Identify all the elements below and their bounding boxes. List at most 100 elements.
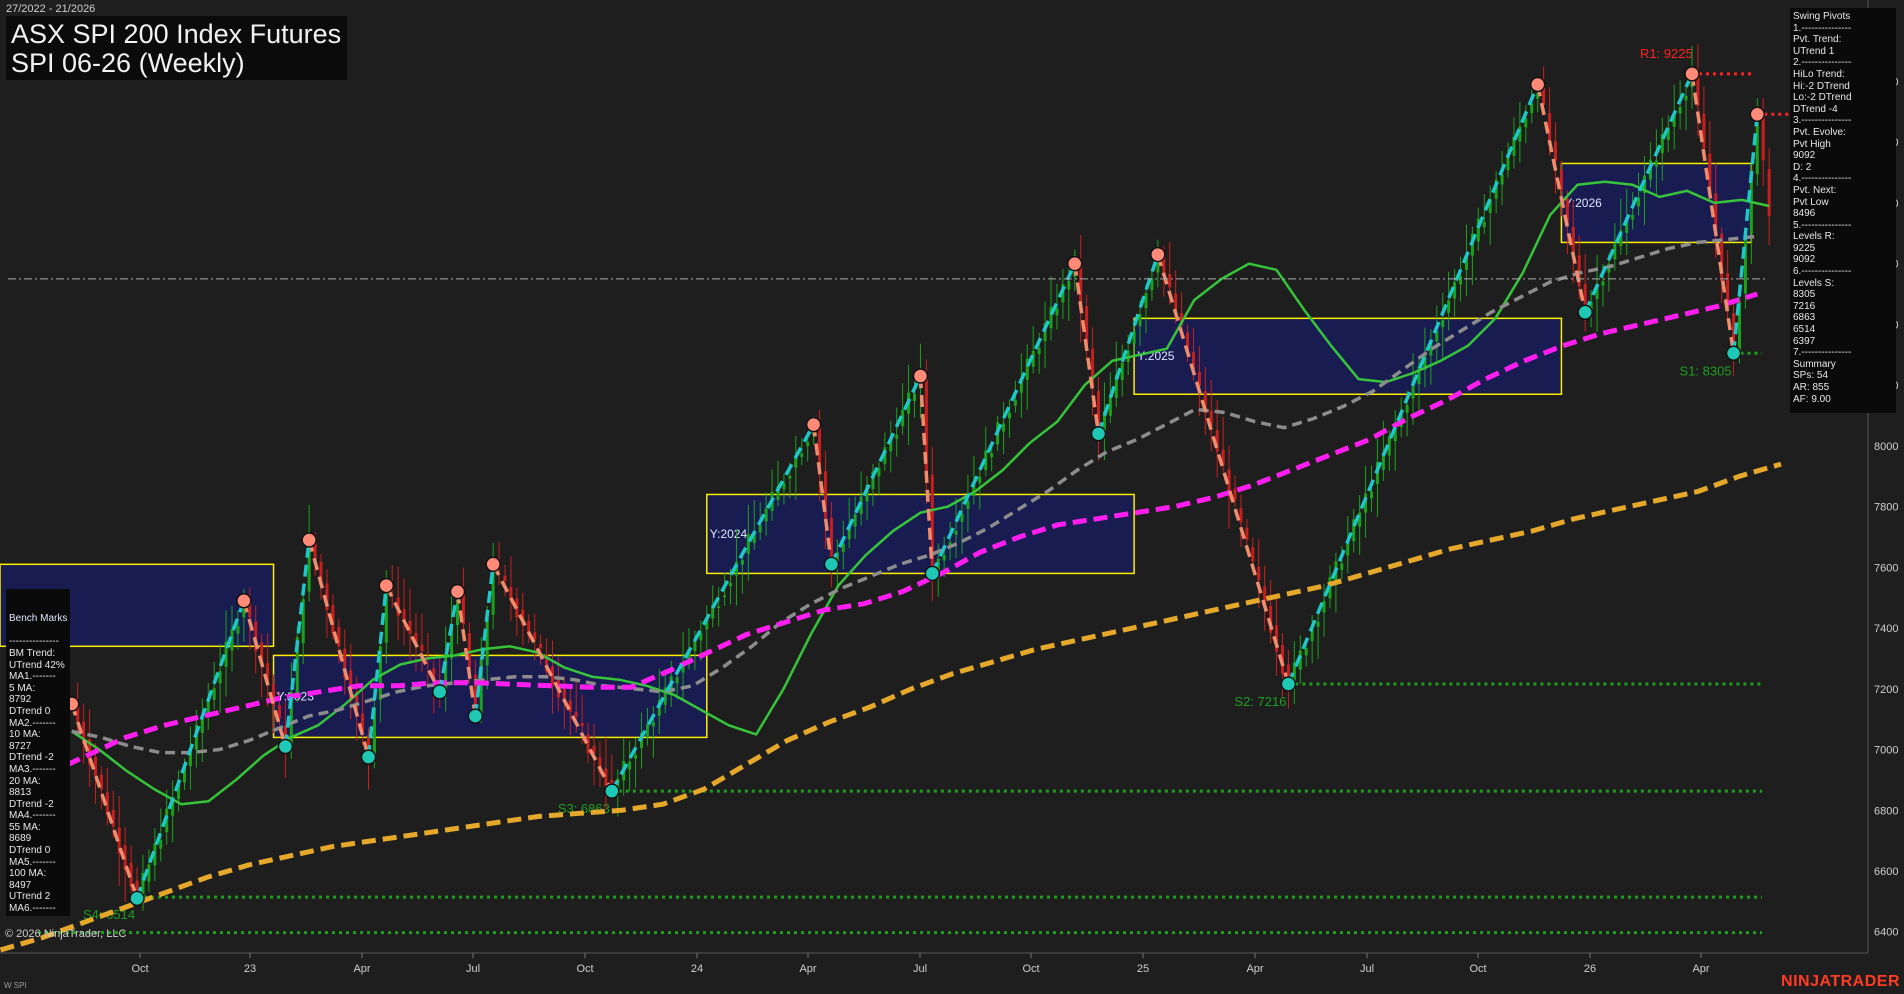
swing-panel-line: 9225 <box>1793 242 1816 254</box>
swing-panel-line: 9092 <box>1793 254 1816 266</box>
swing-panel-line: Pvt. Trend: <box>1793 34 1842 46</box>
candle-body <box>111 810 115 827</box>
pivot-point <box>823 556 840 573</box>
pivot-point <box>1749 106 1766 123</box>
swing-panel-line: 4.--------------- <box>1793 173 1852 185</box>
pivot-point <box>912 368 929 384</box>
swing-panel-line: 2.--------------- <box>1793 57 1852 69</box>
bench-panel-line: 8727 <box>9 740 32 752</box>
pivot-point <box>805 416 822 433</box>
bench-panel-line: 200 MA: <box>9 915 70 916</box>
y-tick-label: 7800 <box>1874 502 1898 514</box>
swing-panel-line: DTrend -4 <box>1793 103 1838 115</box>
pivot-point <box>129 890 145 907</box>
pivot-point <box>449 583 466 600</box>
x-tick-label: Apr <box>1692 963 1709 975</box>
candle-body <box>788 475 792 479</box>
level-label: R1: 9225 <box>1640 46 1693 61</box>
candle-body <box>1761 114 1765 161</box>
x-tick-label: Oct <box>576 963 593 975</box>
candle-body <box>1239 508 1243 523</box>
y-tick-label: 7200 <box>1874 684 1898 696</box>
candle-body <box>1405 405 1409 413</box>
date-range-label: 27/2022 - 21/2026 <box>6 3 96 15</box>
swing-panel-line: Levels R: <box>1793 231 1835 243</box>
price-chart: Y:2023Y:2024Y:2025Y:2026 R1: 9225S1: 830… <box>0 0 1904 994</box>
year-box-label: Y:2026 <box>1564 196 1602 210</box>
pivot-point <box>360 749 377 765</box>
pivot-point <box>1529 76 1546 93</box>
y-tick-label: 6600 <box>1874 866 1898 878</box>
candle-body <box>628 761 632 770</box>
bench-panel-line: MA6.------- <box>9 903 56 915</box>
bench-panel-line: DTrend -2 <box>9 798 54 810</box>
candle-body <box>1459 276 1463 285</box>
candle-body <box>1233 488 1237 500</box>
candle-body <box>895 435 899 439</box>
candle-body <box>159 839 163 849</box>
candle-body <box>740 560 744 565</box>
swing-panel-line: AF: 9.00 <box>1793 393 1831 405</box>
bench-panel-line: MA3.------- <box>9 763 56 775</box>
swing-panel-line: Pvt. Next: <box>1793 184 1837 196</box>
candle-body <box>485 616 489 666</box>
candle-body <box>1441 320 1445 328</box>
year-box-label: Y:2024 <box>710 527 748 541</box>
swing-panel-line: Summary <box>1793 358 1836 370</box>
swing-panel-line: 3.--------------- <box>1793 115 1852 127</box>
level-label: S2: 7216 <box>1234 694 1286 709</box>
swing-panel-line: Pvt Low <box>1793 196 1829 208</box>
bench-panel-line: DTrend 0 <box>9 705 51 717</box>
symbol-label: W SPI <box>4 981 27 990</box>
candle-body <box>829 517 833 562</box>
brand-logo: NINJATRADER <box>1781 973 1900 990</box>
candle-body <box>800 453 804 457</box>
x-tick-label: 23 <box>244 963 256 975</box>
pivot-point <box>378 577 395 594</box>
pivot-point <box>236 592 252 609</box>
candle-body <box>1684 95 1688 101</box>
swing-panel-line: Pvt High <box>1793 138 1831 150</box>
candle-body <box>539 643 543 648</box>
x-tick-label: 24 <box>691 963 703 975</box>
candle-body <box>723 595 727 598</box>
candle-body <box>503 575 507 581</box>
candle-body <box>1037 347 1041 355</box>
pivot-point <box>485 556 501 573</box>
bench-panel-line: 8792 <box>9 694 32 706</box>
candle-body <box>806 441 810 447</box>
swing-panel-line: 8496 <box>1793 208 1816 220</box>
y-tick-label: 7000 <box>1874 745 1898 757</box>
swing-panel-line: 6.--------------- <box>1793 266 1852 278</box>
pivot-point <box>1684 66 1700 82</box>
y-tick-label: 7400 <box>1874 623 1898 635</box>
bench-panel-line: BM Trend: <box>9 647 56 659</box>
swing-panel-line: 6514 <box>1793 324 1816 336</box>
candle-body <box>1144 293 1148 309</box>
swing-pivots-panel: Swing Pivots 1.--------------- Pvt. Trend:… <box>1790 8 1896 413</box>
bench-panel-line: DTrend 0 <box>9 845 51 857</box>
swing-panel-line: 1.--------------- <box>1793 22 1852 34</box>
candle-body <box>1506 156 1510 171</box>
x-tick-label: Oct <box>131 963 148 975</box>
candle-body <box>1013 400 1017 406</box>
y-tick-label: 7600 <box>1874 562 1898 574</box>
candle-body <box>1085 306 1089 344</box>
candle-body <box>1601 281 1605 286</box>
pivot-point <box>1067 255 1083 272</box>
candle-body <box>1767 168 1771 217</box>
swing-panel-line: Lo:-2 DTrend <box>1793 92 1852 104</box>
candle-body <box>1322 600 1326 613</box>
candle-body <box>1316 621 1320 627</box>
swing-panel-line: Hi:-2 DTrend <box>1793 80 1850 92</box>
candle-body <box>954 530 958 535</box>
chart-title-box: ASX SPI 200 Index Futures SPI 06-26 (Wee… <box>6 16 348 80</box>
pivot-point <box>301 532 317 548</box>
candle-body <box>1007 412 1011 419</box>
x-tick-label: Jul <box>1360 963 1374 975</box>
pivot-point <box>431 684 448 700</box>
candle-body <box>1755 122 1759 175</box>
candle-body <box>1553 141 1557 162</box>
candle-body <box>693 640 697 652</box>
bench-panel-line: UTrend 2 <box>9 891 51 903</box>
